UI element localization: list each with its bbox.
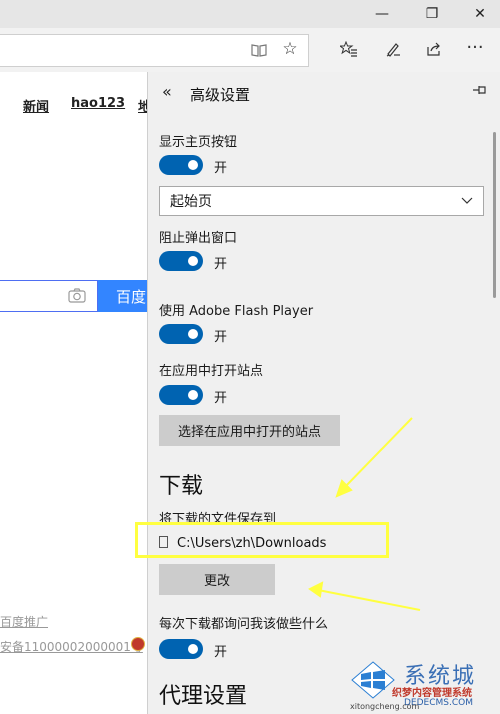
- annotation-arrows: [308, 417, 421, 611]
- watermark-sub: 织梦内容管理系统: [392, 688, 472, 699]
- windows-logo-icon: [351, 661, 395, 699]
- watermark: 系统城 织梦内容管理系统 DEDECMS.COM xitongcheng.com: [348, 656, 500, 714]
- watermark-url: xitongcheng.com: [350, 702, 420, 711]
